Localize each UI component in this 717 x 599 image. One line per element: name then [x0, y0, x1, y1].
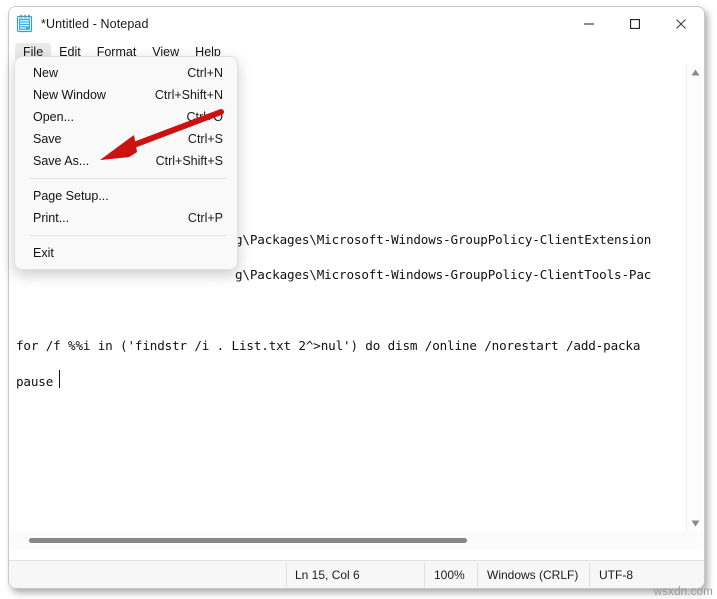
scrollbar-corner	[686, 532, 703, 549]
menu-item-exit[interactable]: Exit	[15, 242, 237, 264]
text-line: for /f %%i in ('findstr /i . List.txt 2^…	[16, 338, 641, 353]
window-title: *Untitled - Notepad	[41, 16, 149, 31]
horizontal-scrollbar[interactable]	[10, 532, 686, 549]
text-line: pause	[16, 374, 54, 389]
menu-separator	[29, 178, 227, 179]
status-divider	[589, 563, 590, 587]
screenshot-root: *Untitled - Notepad File Edit Format Vie…	[0, 0, 717, 599]
title-bar: *Untitled - Notepad	[9, 7, 704, 40]
file-menu-dropdown[interactable]: New Ctrl+N New Window Ctrl+Shift+N Open.…	[14, 56, 238, 270]
status-divider	[477, 563, 478, 587]
status-bar: Ln 15, Col 6 100% Windows (CRLF) UTF-8	[9, 560, 704, 588]
menu-item-label: Save	[33, 132, 62, 146]
menu-item-label: Save As...	[33, 154, 90, 168]
status-zoom-level[interactable]: 100%	[434, 561, 465, 588]
menu-item-label: Open...	[33, 110, 74, 124]
menu-item-shortcut: Ctrl+P	[187, 211, 223, 225]
menu-item-save[interactable]: Save Ctrl+S	[15, 128, 237, 150]
menu-item-new[interactable]: New Ctrl+N	[15, 62, 237, 84]
title-bar-left: *Untitled - Notepad	[9, 14, 149, 33]
status-encoding[interactable]: UTF-8	[599, 561, 633, 588]
scroll-down-arrow-icon[interactable]	[687, 515, 703, 532]
menu-item-print[interactable]: Print... Ctrl+P	[15, 207, 237, 229]
menu-item-page-setup[interactable]: Page Setup...	[15, 185, 237, 207]
text-caret	[59, 370, 61, 388]
status-divider	[424, 563, 425, 587]
site-watermark: wsxdn.com	[653, 586, 713, 598]
horizontal-scroll-thumb[interactable]	[29, 538, 467, 543]
menu-item-label: New Window	[33, 88, 106, 102]
status-cursor-position[interactable]: Ln 15, Col 6	[295, 561, 360, 588]
text-line: g\Packages\Microsoft-Windows-GroupPolicy…	[235, 232, 652, 247]
menu-item-shortcut: Ctrl+N	[187, 66, 223, 80]
menu-item-shortcut: Ctrl+O	[186, 110, 223, 124]
menu-item-save-as[interactable]: Save As... Ctrl+Shift+S	[15, 150, 237, 172]
menu-item-open[interactable]: Open... Ctrl+O	[15, 106, 237, 128]
menu-item-new-window[interactable]: New Window Ctrl+Shift+N	[15, 84, 237, 106]
menu-item-label: Page Setup...	[33, 189, 109, 203]
menu-separator	[29, 235, 227, 236]
status-line-ending[interactable]: Windows (CRLF)	[487, 561, 578, 588]
minimize-button[interactable]	[566, 7, 612, 40]
notepad-icon	[16, 14, 33, 33]
vertical-scrollbar[interactable]	[686, 64, 703, 532]
scroll-up-arrow-icon[interactable]	[687, 64, 703, 81]
menu-item-label: Exit	[33, 246, 54, 260]
text-line: g\Packages\Microsoft-Windows-GroupPolicy…	[235, 267, 652, 282]
window-controls	[566, 7, 704, 40]
menu-item-shortcut: Ctrl+Shift+N	[154, 88, 223, 102]
menu-item-shortcut: Ctrl+S	[187, 132, 223, 146]
status-divider	[286, 563, 287, 587]
close-button[interactable]	[658, 7, 704, 40]
menu-item-label: Print...	[33, 211, 70, 225]
vertical-scroll-track[interactable]	[687, 81, 703, 515]
menu-item-shortcut: Ctrl+Shift+S	[155, 154, 223, 168]
menu-item-label: New	[33, 66, 59, 80]
maximize-button[interactable]	[612, 7, 658, 40]
